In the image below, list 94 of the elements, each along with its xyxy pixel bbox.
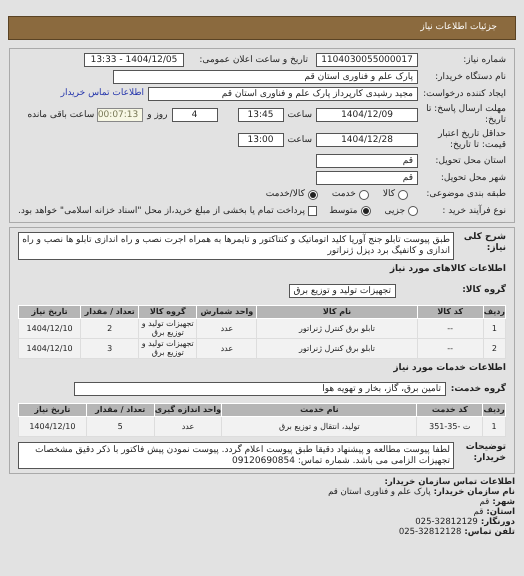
field-label: ساعت باقی مانده	[27, 110, 94, 120]
table-cell: تجهیزات تولید و توزیع برق	[138, 338, 197, 358]
table-cell: 2	[80, 318, 139, 338]
contact-label: شهر:	[492, 497, 515, 507]
contact-value: قم	[474, 507, 484, 517]
field-label: ایجاد کننده درخواست:	[422, 88, 506, 100]
column-header: کد کالا	[417, 305, 484, 318]
field-label: شهر محل تحویل:	[440, 172, 506, 184]
field-label: گروه خدمت:	[450, 384, 506, 394]
contact-label: تلفن تماس:	[464, 527, 515, 537]
column-header: تعداد / مقدار	[86, 404, 154, 416]
column-header: تاریخ نیاز	[18, 305, 81, 318]
table-cell: عدد	[196, 318, 257, 338]
field-label: ساعت	[288, 110, 312, 120]
contact-label: دورنگار:	[480, 517, 515, 527]
radio-button[interactable]	[408, 206, 418, 216]
field-label: نوع فرآیند خرید :	[441, 206, 506, 217]
column-header: ردیف	[483, 305, 506, 318]
column-header: نام خدمت	[222, 404, 417, 416]
table-cell: عدد	[196, 338, 257, 358]
field-value: 13:00	[238, 133, 284, 147]
field-label: روز و	[147, 110, 168, 120]
contact-label: نام سازمان خریدار:	[434, 487, 515, 497]
column-header: واحد شمارش	[196, 305, 257, 318]
column-header: واحد اندازه گیری	[154, 404, 222, 416]
column-header: تاریخ نیاز	[18, 404, 86, 416]
contact-value: 025-32812128	[398, 527, 462, 537]
contact-title: اطلاعات تماس سازمان خریدار:	[384, 477, 515, 487]
table-cell: تابلو برق کنترل ژنراتور	[256, 318, 418, 338]
field-value: 1404/12/28	[316, 133, 418, 147]
field-value: تجهیزات تولید و توزیع برق	[288, 284, 396, 298]
contact-label: استان:	[486, 507, 515, 517]
countdown: 00:07:13	[97, 108, 144, 122]
checkbox[interactable]	[308, 206, 318, 216]
field-label: شماره نیاز:	[462, 54, 506, 66]
contact-value: قم	[480, 497, 490, 507]
field-label: استان محل تحویل:	[434, 156, 506, 166]
radio-label: کالا/خدمت	[266, 188, 305, 201]
page-header: جزئیات اطلاعات نیاز	[8, 16, 516, 40]
radio-label: کالا	[382, 188, 395, 201]
contact-link[interactable]: اطلاعات تماس خریدار	[60, 87, 144, 101]
table-cell: عدد	[154, 416, 222, 436]
table-cell: تولید، انتقال و توزیع برق	[222, 416, 417, 436]
table-cell: --	[417, 318, 484, 338]
field-value: 1104030055000017	[316, 53, 418, 67]
field-value: قم	[316, 154, 418, 168]
field-value: تامین برق، گاز، بخار و تهویه هوا	[74, 382, 446, 396]
section-title: اطلاعات کالاهای مورد نیاز	[388, 263, 506, 276]
column-header: گروه کالا	[138, 305, 197, 318]
table-cell: ت -35-351	[416, 416, 483, 436]
table-cell: 1404/12/10	[18, 318, 81, 338]
radio-button[interactable]	[360, 206, 370, 216]
radio-button[interactable]	[358, 190, 369, 200]
table-cell: --	[417, 338, 484, 358]
table-cell: 1404/12/10	[18, 416, 86, 436]
field-value: 1404/12/05 - 13:33	[84, 53, 184, 67]
table-cell: 1	[482, 416, 506, 436]
table-cell: 5	[86, 416, 154, 436]
radio-button[interactable]	[398, 190, 408, 200]
field-value: 4	[172, 108, 218, 122]
table-cell: 3	[80, 338, 139, 358]
column-header: ردیف	[482, 404, 506, 416]
field-label: تاریخ و ساعت اعلان عمومی:	[198, 54, 308, 66]
table-cell: 1404/12/10	[18, 338, 81, 358]
table-cell: تابلو برق کنترل ژنراتور	[256, 338, 418, 358]
radio-button[interactable]	[308, 190, 318, 200]
table-cell: 2	[483, 338, 506, 358]
field-value: مجید رشیدی کارپرداز پارک علم و فناوری استان قم	[148, 87, 418, 101]
column-header: کد خدمت	[416, 404, 483, 416]
description-box: طبق پیوست تابلو جنج آوریا کلید اتوماتیک و کنتاکتور و تایمرها به همراه اجرت نصب و راه اندازی تابلو ها نصب و راه اندازی و کانفیگ برد دیزل ژنراتور	[18, 232, 454, 260]
contact-value: پارک علم و فناوری استان قم	[328, 487, 431, 497]
field-value: قم	[316, 171, 418, 185]
field-label: توضیحات خریدار:	[464, 442, 506, 464]
field-label: نام دستگاه خریدار:	[434, 72, 506, 82]
field-value: پارک علم و فناوری استان قم	[113, 70, 418, 84]
column-header: تعداد / مقدار	[80, 305, 139, 318]
notes-box: لطفا پیوست مطالعه و پیشنهاد دقیقا طبق پیوست اعلام گردد. پیوست نمودن پیش فاکتور با ذکر دقیق مشخصات تجهیزات الزامی می باشد. شماره تماس: 09120690854	[18, 442, 454, 469]
field-label: ساعت	[288, 134, 312, 146]
field-label: گروه کالا:	[461, 285, 506, 296]
field-label: حداقل تاریخ اعتبار قیمت: تا تاریخ:	[436, 129, 506, 151]
field-label: طبقه بندی موضوعی:	[425, 189, 506, 200]
contact-value: 025-32812129	[415, 517, 478, 527]
field-value: 1404/12/09	[316, 108, 418, 122]
radio-label: جزیی	[384, 204, 406, 218]
field-value: 13:45	[238, 108, 284, 122]
field-label: شرح کلی نیاز:	[462, 232, 506, 254]
field-label: مهلت ارسال پاسخ: تا تاریخ:	[425, 104, 506, 126]
table-cell: تجهیزات تولید و توزیع برق	[138, 318, 197, 338]
radio-label: متوسط	[329, 204, 358, 218]
radio-label: خدمت	[332, 188, 356, 201]
column-header: نام کالا	[256, 305, 418, 318]
section-title: اطلاعات خدمات مورد نیاز	[392, 362, 506, 374]
checkbox-label: پرداخت تمام یا بخشی از مبلغ خرید،از محل "اسناد خزانه اسلامی" خواهد بود.	[18, 204, 306, 218]
table-cell: 1	[483, 318, 506, 338]
